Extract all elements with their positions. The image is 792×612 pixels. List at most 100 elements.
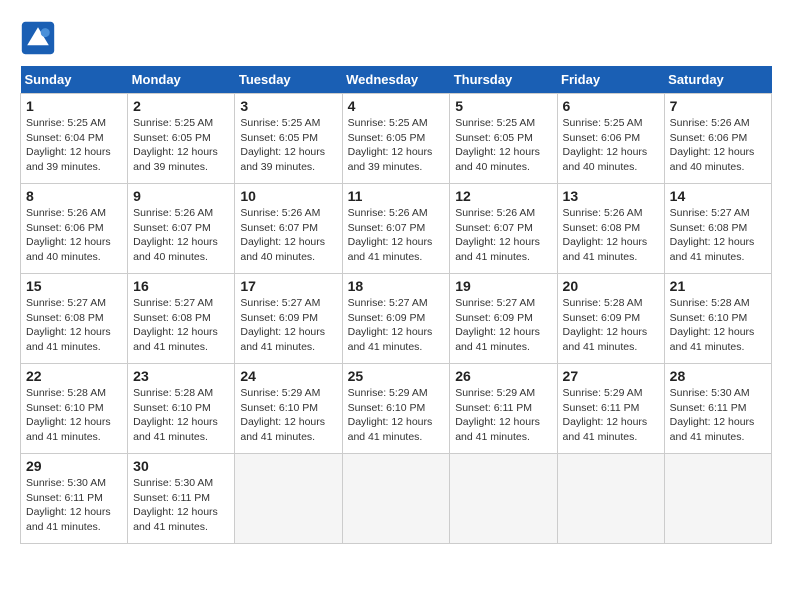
day-detail: Sunrise: 5:26 AM Sunset: 6:07 PM Dayligh… xyxy=(348,206,445,265)
week-row-5: 29 Sunrise: 5:30 AM Sunset: 6:11 PM Dayli… xyxy=(21,454,772,544)
week-row-3: 15 Sunrise: 5:27 AM Sunset: 6:08 PM Dayli… xyxy=(21,274,772,364)
day-number: 12 xyxy=(455,188,551,204)
day-detail: Sunrise: 5:27 AM Sunset: 6:08 PM Dayligh… xyxy=(133,296,229,355)
header-day-friday: Friday xyxy=(557,66,664,94)
calendar-cell xyxy=(450,454,557,544)
day-detail: Sunrise: 5:25 AM Sunset: 6:05 PM Dayligh… xyxy=(348,116,445,175)
day-detail: Sunrise: 5:28 AM Sunset: 6:10 PM Dayligh… xyxy=(670,296,766,355)
day-detail: Sunrise: 5:27 AM Sunset: 6:09 PM Dayligh… xyxy=(348,296,445,355)
day-detail: Sunrise: 5:25 AM Sunset: 6:05 PM Dayligh… xyxy=(133,116,229,175)
day-number: 4 xyxy=(348,98,445,114)
day-detail: Sunrise: 5:27 AM Sunset: 6:08 PM Dayligh… xyxy=(26,296,122,355)
header-day-thursday: Thursday xyxy=(450,66,557,94)
day-detail: Sunrise: 5:26 AM Sunset: 6:07 PM Dayligh… xyxy=(133,206,229,265)
calendar-body: 1 Sunrise: 5:25 AM Sunset: 6:04 PM Daylig… xyxy=(21,94,772,544)
calendar-cell: 22 Sunrise: 5:28 AM Sunset: 6:10 PM Dayli… xyxy=(21,364,128,454)
day-detail: Sunrise: 5:26 AM Sunset: 6:06 PM Dayligh… xyxy=(26,206,122,265)
day-number: 6 xyxy=(563,98,659,114)
day-detail: Sunrise: 5:29 AM Sunset: 6:11 PM Dayligh… xyxy=(563,386,659,445)
day-number: 14 xyxy=(670,188,766,204)
calendar-cell: 15 Sunrise: 5:27 AM Sunset: 6:08 PM Dayli… xyxy=(21,274,128,364)
header-row: SundayMondayTuesdayWednesdayThursdayFrid… xyxy=(21,66,772,94)
calendar-cell: 24Sunrise: 5:29 AM Sunset: 6:10 PM Dayli… xyxy=(235,364,342,454)
day-detail: Sunrise: 5:30 AM Sunset: 6:11 PM Dayligh… xyxy=(26,476,122,535)
calendar-cell xyxy=(235,454,342,544)
week-row-4: 22 Sunrise: 5:28 AM Sunset: 6:10 PM Dayli… xyxy=(21,364,772,454)
calendar-cell: 11 Sunrise: 5:26 AM Sunset: 6:07 PM Dayli… xyxy=(342,184,450,274)
calendar-header: SundayMondayTuesdayWednesdayThursdayFrid… xyxy=(21,66,772,94)
day-number: 11 xyxy=(348,188,445,204)
day-number: 5 xyxy=(455,98,551,114)
calendar-cell xyxy=(342,454,450,544)
day-detail: Sunrise: 5:28 AM Sunset: 6:10 PM Dayligh… xyxy=(26,386,122,445)
day-detail: Sunrise: 5:26 AM Sunset: 6:07 PM Dayligh… xyxy=(240,206,336,265)
calendar-cell: 3 Sunrise: 5:25 AM Sunset: 6:05 PM Daylig… xyxy=(235,94,342,184)
calendar-cell: 21 Sunrise: 5:28 AM Sunset: 6:10 PM Dayli… xyxy=(664,274,771,364)
day-number: 29 xyxy=(26,458,122,474)
calendar-cell: 30Sunrise: 5:30 AM Sunset: 6:11 PM Dayli… xyxy=(128,454,235,544)
calendar-cell: 26Sunrise: 5:29 AM Sunset: 6:11 PM Dayli… xyxy=(450,364,557,454)
calendar-cell: 12 Sunrise: 5:26 AM Sunset: 6:07 PM Dayli… xyxy=(450,184,557,274)
calendar-cell: 20Sunrise: 5:28 AM Sunset: 6:09 PM Dayli… xyxy=(557,274,664,364)
day-detail: Sunrise: 5:26 AM Sunset: 6:08 PM Dayligh… xyxy=(563,206,659,265)
day-detail: Sunrise: 5:26 AM Sunset: 6:07 PM Dayligh… xyxy=(455,206,551,265)
calendar-table: SundayMondayTuesdayWednesdayThursdayFrid… xyxy=(20,66,772,544)
day-number: 28 xyxy=(670,368,766,384)
header-day-sunday: Sunday xyxy=(21,66,128,94)
calendar-cell: 13 Sunrise: 5:26 AM Sunset: 6:08 PM Dayli… xyxy=(557,184,664,274)
day-detail: Sunrise: 5:26 AM Sunset: 6:06 PM Dayligh… xyxy=(670,116,766,175)
day-detail: Sunrise: 5:25 AM Sunset: 6:05 PM Dayligh… xyxy=(240,116,336,175)
calendar-cell: 7 Sunrise: 5:26 AM Sunset: 6:06 PM Daylig… xyxy=(664,94,771,184)
calendar-cell: 27 Sunrise: 5:29 AM Sunset: 6:11 PM Dayli… xyxy=(557,364,664,454)
calendar-cell: 1 Sunrise: 5:25 AM Sunset: 6:04 PM Daylig… xyxy=(21,94,128,184)
day-detail: Sunrise: 5:27 AM Sunset: 6:09 PM Dayligh… xyxy=(240,296,336,355)
day-detail: Sunrise: 5:25 AM Sunset: 6:05 PM Dayligh… xyxy=(455,116,551,175)
day-number: 2 xyxy=(133,98,229,114)
day-number: 22 xyxy=(26,368,122,384)
calendar-cell xyxy=(557,454,664,544)
day-number: 10 xyxy=(240,188,336,204)
calendar-cell: 28 Sunrise: 5:30 AM Sunset: 6:11 PM Dayli… xyxy=(664,364,771,454)
day-number: 13 xyxy=(563,188,659,204)
calendar-cell: 14 Sunrise: 5:27 AM Sunset: 6:08 PM Dayli… xyxy=(664,184,771,274)
day-number: 7 xyxy=(670,98,766,114)
day-number: 9 xyxy=(133,188,229,204)
day-detail: Sunrise: 5:27 AM Sunset: 6:08 PM Dayligh… xyxy=(670,206,766,265)
week-row-2: 8Sunrise: 5:26 AM Sunset: 6:06 PM Daylig… xyxy=(21,184,772,274)
day-detail: Sunrise: 5:27 AM Sunset: 6:09 PM Dayligh… xyxy=(455,296,551,355)
calendar-cell: 8Sunrise: 5:26 AM Sunset: 6:06 PM Daylig… xyxy=(21,184,128,274)
day-detail: Sunrise: 5:29 AM Sunset: 6:11 PM Dayligh… xyxy=(455,386,551,445)
calendar-cell: 18 Sunrise: 5:27 AM Sunset: 6:09 PM Dayli… xyxy=(342,274,450,364)
day-number: 16 xyxy=(133,278,229,294)
header-day-wednesday: Wednesday xyxy=(342,66,450,94)
calendar-cell: 5 Sunrise: 5:25 AM Sunset: 6:05 PM Daylig… xyxy=(450,94,557,184)
logo xyxy=(20,20,60,56)
calendar-cell: 23Sunrise: 5:28 AM Sunset: 6:10 PM Dayli… xyxy=(128,364,235,454)
calendar-cell: 2 Sunrise: 5:25 AM Sunset: 6:05 PM Daylig… xyxy=(128,94,235,184)
header xyxy=(20,20,772,56)
calendar-cell: 10 Sunrise: 5:26 AM Sunset: 6:07 PM Dayli… xyxy=(235,184,342,274)
header-day-tuesday: Tuesday xyxy=(235,66,342,94)
day-number: 27 xyxy=(563,368,659,384)
day-number: 3 xyxy=(240,98,336,114)
logo-icon xyxy=(20,20,56,56)
day-detail: Sunrise: 5:30 AM Sunset: 6:11 PM Dayligh… xyxy=(670,386,766,445)
header-day-saturday: Saturday xyxy=(664,66,771,94)
calendar-cell: 29 Sunrise: 5:30 AM Sunset: 6:11 PM Dayli… xyxy=(21,454,128,544)
day-number: 30 xyxy=(133,458,229,474)
day-number: 1 xyxy=(26,98,122,114)
day-number: 20 xyxy=(563,278,659,294)
day-number: 18 xyxy=(348,278,445,294)
day-number: 23 xyxy=(133,368,229,384)
calendar-cell xyxy=(664,454,771,544)
day-number: 19 xyxy=(455,278,551,294)
day-number: 15 xyxy=(26,278,122,294)
calendar-cell: 16 Sunrise: 5:27 AM Sunset: 6:08 PM Dayli… xyxy=(128,274,235,364)
week-row-1: 1 Sunrise: 5:25 AM Sunset: 6:04 PM Daylig… xyxy=(21,94,772,184)
calendar-cell: 17 Sunrise: 5:27 AM Sunset: 6:09 PM Dayli… xyxy=(235,274,342,364)
calendar-cell: 4 Sunrise: 5:25 AM Sunset: 6:05 PM Daylig… xyxy=(342,94,450,184)
day-number: 21 xyxy=(670,278,766,294)
calendar-cell: 19 Sunrise: 5:27 AM Sunset: 6:09 PM Dayli… xyxy=(450,274,557,364)
day-detail: Sunrise: 5:25 AM Sunset: 6:04 PM Dayligh… xyxy=(26,116,122,175)
day-number: 17 xyxy=(240,278,336,294)
